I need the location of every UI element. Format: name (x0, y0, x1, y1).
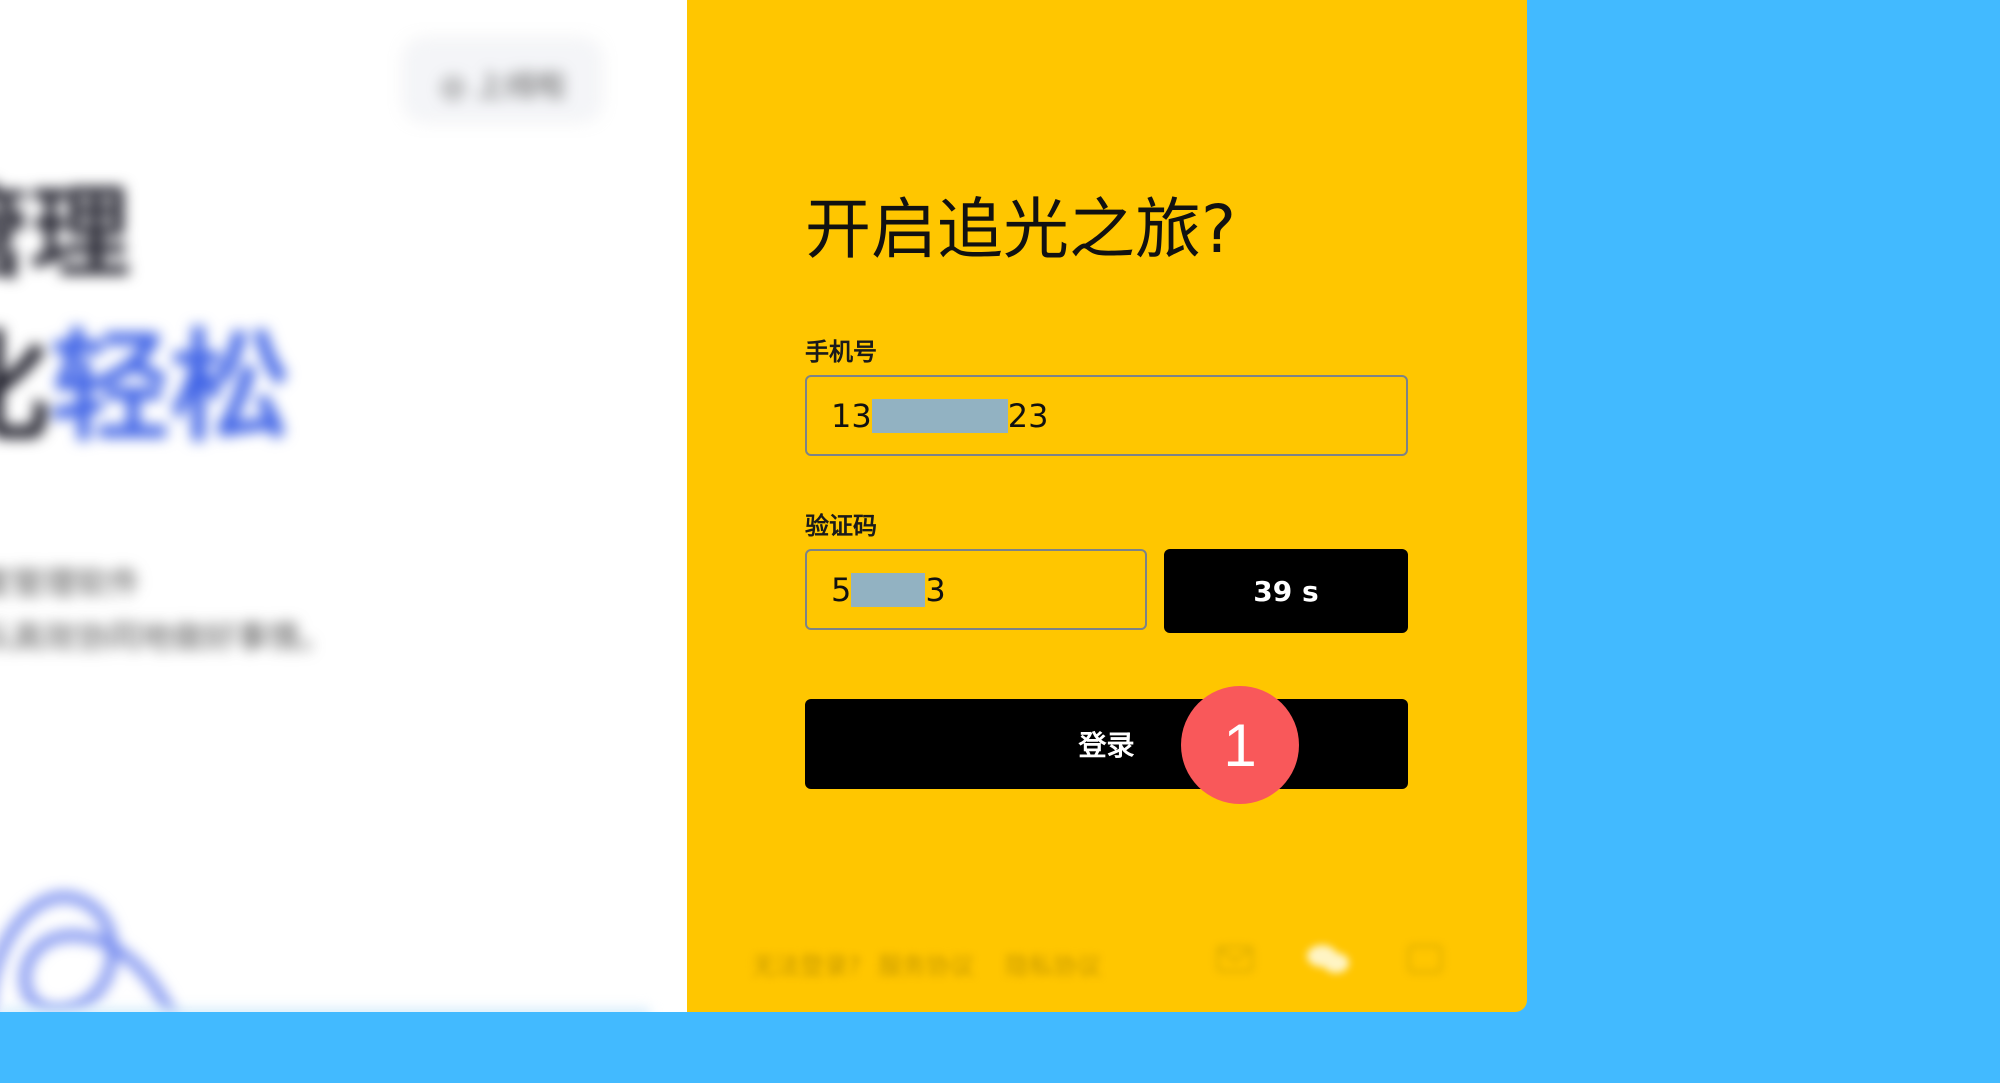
step-marker: 1 (1181, 686, 1299, 804)
subtext-line-2: 队高效协同地做好事情。 (0, 618, 333, 656)
footer-link-cannot-login[interactable]: 无法登录? (752, 946, 861, 981)
code-label: 验证码 (805, 512, 877, 540)
phone-value-suffix: 23 (1007, 396, 1049, 435)
headline-line-2: 化轻松 (0, 290, 290, 464)
panel-bottom-fade (0, 1008, 650, 1012)
footer-link-privacy-policy[interactable]: 隐私协议 (1005, 946, 1101, 981)
decorative-swirl-icon (0, 892, 175, 1012)
login-card: 开启追光之旅? 手机号 13 23 验证码 5 3 39 s 登录 无法登录? … (687, 0, 1527, 1012)
wechat-icon[interactable] (1304, 942, 1354, 976)
code-redaction-mask (851, 572, 926, 607)
headline-line-2-plain: 化 (0, 319, 50, 458)
app-icon[interactable] (1405, 942, 1445, 976)
headline-line-1: 管理 (0, 175, 130, 292)
phone-redaction-mask (871, 398, 1008, 433)
subtext-line-1: 套管理软件 (0, 564, 141, 602)
left-marketing-panel: ◎ 上线啦 管理 化轻松 套管理软件 队高效协同地做好事情。 (0, 0, 687, 1012)
code-value-prefix: 5 (831, 570, 852, 609)
resend-countdown-button[interactable]: 39 s (1164, 549, 1408, 633)
footer-link-service-agreement[interactable]: 服务协议 (878, 946, 974, 981)
phone-input[interactable]: 13 23 (805, 375, 1408, 456)
phone-label: 手机号 (805, 338, 877, 366)
code-value-suffix: 3 (925, 570, 946, 609)
phone-value-prefix: 13 (831, 396, 872, 435)
headline-line-2-accent: 轻松 (50, 319, 290, 458)
login-button[interactable]: 登录 (805, 699, 1408, 789)
verification-code-input[interactable]: 5 3 (805, 549, 1147, 630)
page-title: 开启追光之旅? (805, 191, 1237, 268)
announcement-badge-text: ◎ 上线啦 (440, 69, 566, 104)
mail-icon[interactable] (1215, 942, 1255, 976)
